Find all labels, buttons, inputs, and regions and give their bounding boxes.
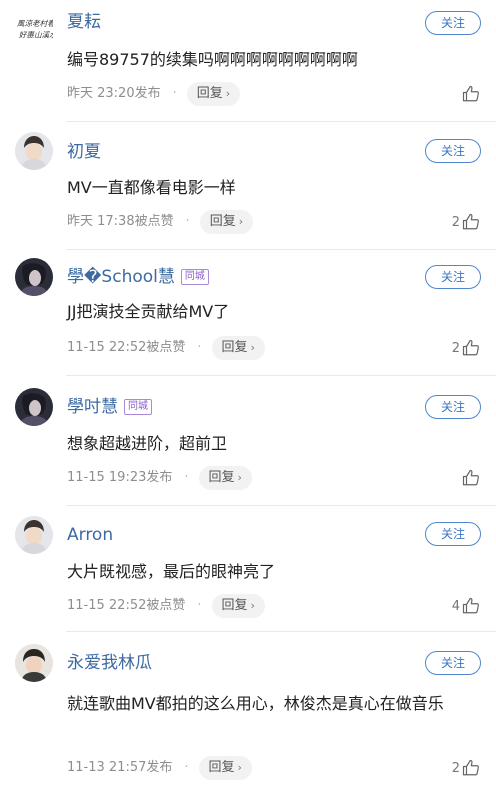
like-button[interactable] [460,82,480,106]
person-avatar-icon [15,516,53,554]
reply-button[interactable]: 回复 › [199,210,254,234]
comment-item: 風涼老村春 好惠山溪水 夏耘 关注 编号89757的续集吗啊啊啊啊啊啊啊啊啊 昨… [0,0,496,122]
chevron-right-icon: › [225,87,231,100]
comment-item: 初夏 关注 MV一直都像看电影一样 昨天 17:38被点赞 · 回复 › 2 [0,122,496,250]
calligraphy-avatar-icon: 風涼老村春 好惠山溪水 [17,19,53,40]
reply-button[interactable]: 回复 › [198,756,252,780]
follow-button[interactable]: 关注 [425,395,481,419]
dot-separator: · [185,214,190,229]
follow-button[interactable]: 关注 [425,651,481,675]
avatar[interactable] [15,388,53,426]
dot-separator: · [184,760,189,775]
username[interactable]: 學�School慧 同城 [67,266,209,288]
like-count: 4 [451,598,460,614]
avatar[interactable] [15,644,53,682]
like-count: 2 [451,760,460,776]
comment-meta: 昨天 23:20发布 · 回复 › [67,82,241,106]
username[interactable]: 初夏 [67,141,101,163]
dot-separator: · [172,86,177,101]
follow-button[interactable]: 关注 [425,522,481,546]
chevron-right-icon: › [237,471,242,484]
comment-meta: 昨天 17:38被点赞 · 回复 › [67,210,254,234]
comment-text: 就连歌曲MV都拍的这么用心，林俊杰是真心在做音乐 [67,694,444,713]
timestamp: 11-15 22:52被点赞 [67,340,186,355]
like-button[interactable]: 2 [452,756,480,780]
comment-text: 想象超越进阶，超前卫 [67,434,228,453]
dot-separator: · [197,340,202,355]
comment-text: JJ把演技全贡献给MV了 [67,302,230,321]
chevron-right-icon: › [238,215,244,228]
comment-meta: 11-13 21:57发布 · 回复 › [67,756,252,780]
thumbs-up-icon [462,213,479,230]
follow-button[interactable]: 关注 [425,11,481,35]
chevron-right-icon: › [250,341,255,354]
reply-button[interactable]: 回复 › [211,594,265,618]
local-badge: 同城 [124,399,152,415]
username[interactable]: 學吋慧 同城 [67,396,152,418]
username[interactable]: 夏耘 [67,11,101,33]
comment-item: 學吋慧 同城 关注 想象超越进阶，超前卫 11-15 19:23发布 · 回复 › [0,376,496,506]
comment-item: 學�School慧 同城 关注 JJ把演技全贡献给MV了 11-15 22:52被… [0,250,496,376]
thumbs-up-icon [462,469,479,486]
username[interactable]: 永爱我林瓜 [67,652,152,674]
like-count: 2 [451,214,460,230]
reply-button[interactable]: 回复 › [198,466,252,490]
chevron-right-icon: › [237,761,242,774]
person-avatar-icon [15,644,53,682]
comment-meta: 11-15 22:52被点赞 · 回复 › [67,594,265,618]
like-button[interactable] [460,466,480,490]
like-button[interactable]: 4 [452,594,480,618]
comment-feed: 風涼老村春 好惠山溪水 夏耘 关注 编号89757的续集吗啊啊啊啊啊啊啊啊啊 昨… [0,0,496,788]
timestamp: 昨天 17:38被点赞 [67,214,174,229]
local-badge: 同城 [180,269,209,285]
portrait-avatar-icon [15,388,53,426]
timestamp: 11-15 22:52被点赞 [67,598,186,613]
comment-meta: 11-15 19:23发布 · 回复 › [67,466,252,490]
username[interactable]: Arron [67,524,113,546]
thumbs-up-icon [462,85,479,102]
thumbs-up-icon [462,597,479,614]
thumbs-up-icon [462,759,479,776]
reply-button[interactable]: 回复 › [211,336,265,360]
reply-button[interactable]: 回复 › [186,82,241,106]
portrait-avatar-icon [15,258,53,296]
comment-meta: 11-15 22:52被点赞 · 回复 › [67,336,265,360]
avatar[interactable] [15,132,53,170]
like-button[interactable]: 2 [452,210,480,234]
person-avatar-icon [15,132,53,170]
comment-item: 永爱我林瓜 关注 就连歌曲MV都拍的这么用心，林俊杰是真心在做音乐 11-13 … [0,632,496,788]
svg-text:好惠山溪水: 好惠山溪水 [19,31,53,40]
timestamp: 昨天 23:20发布 [67,86,161,101]
avatar[interactable] [15,258,53,296]
follow-button[interactable]: 关注 [425,139,481,163]
timestamp: 11-13 21:57发布 [67,760,173,775]
follow-button[interactable]: 关注 [425,265,481,289]
chevron-right-icon: › [250,599,255,612]
svg-text:風涼老村春: 風涼老村春 [17,19,53,28]
avatar[interactable] [15,516,53,554]
thumbs-up-icon [462,339,479,356]
comment-text: 编号89757的续集吗啊啊啊啊啊啊啊啊啊 [67,50,358,69]
comment-text: 大片既视感，最后的眼神亮了 [67,562,276,581]
timestamp: 11-15 19:23发布 [67,470,173,485]
like-count: 2 [451,340,460,356]
avatar[interactable]: 風涼老村春 好惠山溪水 [15,10,55,40]
comment-item: Arron 关注 大片既视感，最后的眼神亮了 11-15 22:52被点赞 · 回复… [0,506,496,632]
comment-text: MV一直都像看电影一样 [67,178,236,197]
dot-separator: · [197,598,202,613]
dot-separator: · [184,470,189,485]
like-button[interactable]: 2 [452,336,480,360]
